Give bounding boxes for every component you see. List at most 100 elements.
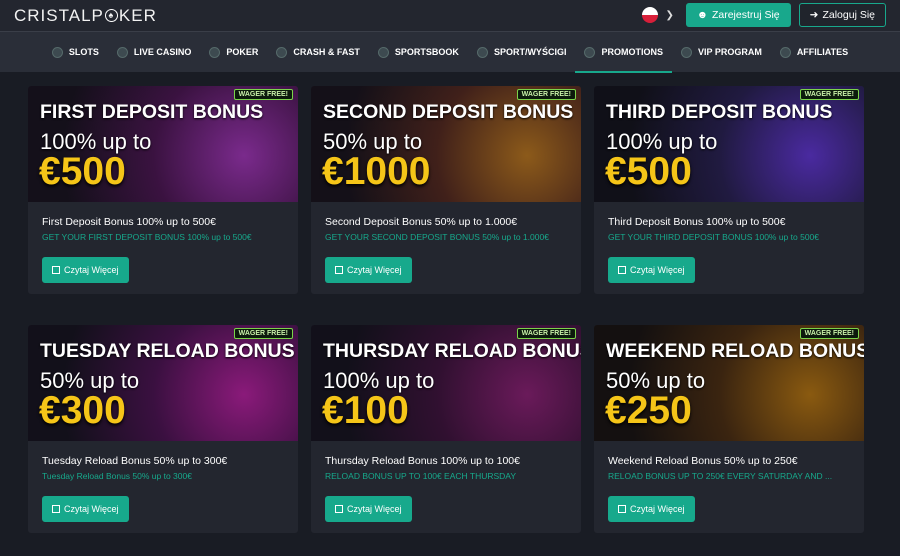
nav-item-affiliates[interactable]: AFFILIATES (771, 32, 857, 73)
promo-card[interactable]: WAGER FREE! TUESDAY RELOAD BONUS 50% up … (28, 325, 298, 533)
nav-item-crash-fast[interactable]: CRASH & FAST (267, 32, 369, 73)
promo-desc: Tuesday Reload Bonus 50% up to 300€ (42, 471, 192, 481)
read-more-label: Czytaj Więcej (64, 265, 119, 275)
read-more-button[interactable]: Czytaj Więcej (42, 257, 129, 283)
wager-free-badge: WAGER FREE! (516, 89, 576, 100)
nav-item-live-casino[interactable]: LIVE CASINO (108, 32, 201, 73)
affiliates-icon (779, 46, 791, 58)
poland-flag-icon[interactable] (641, 7, 658, 23)
promo-title: Thursday Reload Bonus 100% up to 100€ (325, 455, 520, 467)
nav-label: SLOTS (68, 47, 99, 57)
banner-title: FIRST DEPOSIT BONUS (40, 101, 264, 123)
banner-amount: €1000 (322, 150, 431, 193)
wager-free-badge: WAGER FREE! (233, 89, 293, 100)
read-more-button[interactable]: Czytaj Więcej (608, 496, 695, 522)
nav-item-sportsbook[interactable]: SPORTSBOOK (369, 32, 468, 73)
login-button[interactable]: ➜ Zaloguj Się (798, 3, 886, 27)
read-more-button[interactable]: Czytaj Więcej (608, 257, 695, 283)
wager-free-badge: WAGER FREE! (799, 328, 859, 339)
promo-card[interactable]: WAGER FREE! SECOND DEPOSIT BONUS 50% up … (311, 86, 581, 294)
nav-label: POKER (226, 47, 259, 57)
wager-free-badge: WAGER FREE! (799, 89, 859, 100)
wager-free-badge: WAGER FREE! (516, 328, 576, 339)
promo-title: Third Deposit Bonus 100% up to 500€ (608, 216, 786, 228)
banner-title: WEEKEND RELOAD BONUS (606, 340, 864, 362)
nav-item-sport[interactable]: SPORT/WYŚCIGI (468, 32, 576, 73)
logo-text-left: CRISTAL (14, 5, 92, 25)
gift-icon (618, 505, 626, 513)
logo[interactable]: CRISTAL P ♠ KER (14, 6, 157, 26)
gift-icon (52, 505, 60, 513)
promo-card[interactable]: WAGER FREE! WEEKEND RELOAD BONUS 50% up … (594, 325, 864, 533)
gift-icon (335, 505, 343, 513)
top-bar: CRISTAL P ♠ KER ❯ ☻ Zarejestruj Się ➜ Za… (0, 0, 900, 31)
poker-chip-icon: ♠ (104, 9, 118, 22)
slots-icon (51, 46, 63, 58)
gift-icon (618, 266, 626, 274)
gift-icon (335, 266, 343, 274)
logo-text-right: KER (118, 5, 157, 25)
chevron-down-icon[interactable]: ❯ (666, 10, 674, 21)
register-label: Zarejestruj Się (711, 9, 780, 21)
promo-card[interactable]: WAGER FREE! THURSDAY RELOAD BONUS 100% u… (311, 325, 581, 533)
promo-title: Second Deposit Bonus 50% up to 1.000€ (325, 216, 518, 228)
promo-title: Tuesday Reload Bonus 50% up to 300€ (42, 455, 228, 467)
add-user-icon: ☻ (696, 9, 708, 21)
login-icon: ➜ (809, 9, 819, 21)
nav-label: LIVE CASINO (133, 47, 192, 57)
promo-desc: GET YOUR THIRD DEPOSIT BONUS 100% up to … (608, 232, 820, 242)
promo-desc: RELOAD BONUS UP TO 100€ EACH THURSDAY (325, 471, 516, 481)
promo-card[interactable]: WAGER FREE! THIRD DEPOSIT BONUS 100% up … (594, 86, 864, 294)
promo-banner[interactable]: WAGER FREE! THIRD DEPOSIT BONUS 100% up … (594, 86, 864, 202)
nav-item-vip-program[interactable]: VIP PROGRAM (672, 32, 771, 73)
read-more-label: Czytaj Więcej (630, 265, 685, 275)
banner-amount: €250 (605, 389, 692, 432)
live-casino-icon (116, 46, 128, 58)
sportsbook-icon (377, 46, 389, 58)
read-more-button[interactable]: Czytaj Więcej (325, 496, 412, 522)
nav-label: SPORTSBOOK (394, 47, 459, 57)
banner-title: THURSDAY RELOAD BONUS (323, 340, 581, 362)
promo-banner[interactable]: WAGER FREE! FIRST DEPOSIT BONUS 100% up … (28, 86, 298, 202)
read-more-label: Czytaj Więcej (630, 504, 685, 514)
promo-desc: RELOAD BONUS UP TO 250€ EVERY SATURDAY A… (608, 471, 833, 481)
read-more-button[interactable]: Czytaj Więcej (325, 257, 412, 283)
promo-banner[interactable]: WAGER FREE! SECOND DEPOSIT BONUS 50% up … (311, 86, 581, 202)
register-button[interactable]: ☻ Zarejestruj Się (685, 3, 791, 27)
read-more-label: Czytaj Więcej (347, 504, 402, 514)
promo-title: Weekend Reload Bonus 50% up to 250€ (608, 455, 798, 467)
read-more-label: Czytaj Więcej (64, 504, 119, 514)
sport-icon (476, 46, 488, 58)
nav-item-slots[interactable]: SLOTS (43, 32, 108, 73)
promo-banner[interactable]: WAGER FREE! WEEKEND RELOAD BONUS 50% up … (594, 325, 864, 441)
nav-label: AFFILIATES (796, 47, 849, 57)
promo-card[interactable]: WAGER FREE! FIRST DEPOSIT BONUS 100% up … (28, 86, 298, 294)
nav-item-poker[interactable]: POKER (200, 32, 267, 73)
wager-free-badge: WAGER FREE! (233, 328, 293, 339)
crash-icon (276, 46, 288, 58)
nav-item-promotions[interactable]: PROMOTIONS (575, 32, 672, 73)
login-label: Zaloguj Się (822, 9, 875, 21)
vip-icon (680, 46, 692, 58)
banner-title: TUESDAY RELOAD BONUS (40, 340, 295, 362)
promo-title: First Deposit Bonus 100% up to 500€ (42, 216, 216, 228)
promotions-icon (584, 46, 596, 58)
banner-title: THIRD DEPOSIT BONUS (606, 101, 833, 123)
nav-label: SPORT/WYŚCIGI (493, 47, 567, 57)
nav-label: VIP PROGRAM (697, 47, 762, 57)
nav-label: CRASH & FAST (293, 47, 360, 57)
read-more-label: Czytaj Więcej (347, 265, 402, 275)
banner-amount: €300 (39, 389, 126, 432)
read-more-button[interactable]: Czytaj Więcej (42, 496, 129, 522)
promo-banner[interactable]: WAGER FREE! THURSDAY RELOAD BONUS 100% u… (311, 325, 581, 441)
banner-title: SECOND DEPOSIT BONUS (323, 101, 574, 123)
banner-amount: €500 (39, 150, 126, 193)
banner-amount: €100 (322, 389, 409, 432)
promo-desc: GET YOUR FIRST DEPOSIT BONUS 100% up to … (42, 232, 252, 242)
nav-label: PROMOTIONS (601, 47, 663, 57)
gift-icon (52, 266, 60, 274)
banner-amount: €500 (605, 150, 692, 193)
promo-banner[interactable]: WAGER FREE! TUESDAY RELOAD BONUS 50% up … (28, 325, 298, 441)
promo-desc: GET YOUR SECOND DEPOSIT BONUS 50% up to … (325, 232, 549, 242)
main-nav: SLOTS LIVE CASINO POKER CRASH & FAST SPO… (0, 31, 900, 73)
